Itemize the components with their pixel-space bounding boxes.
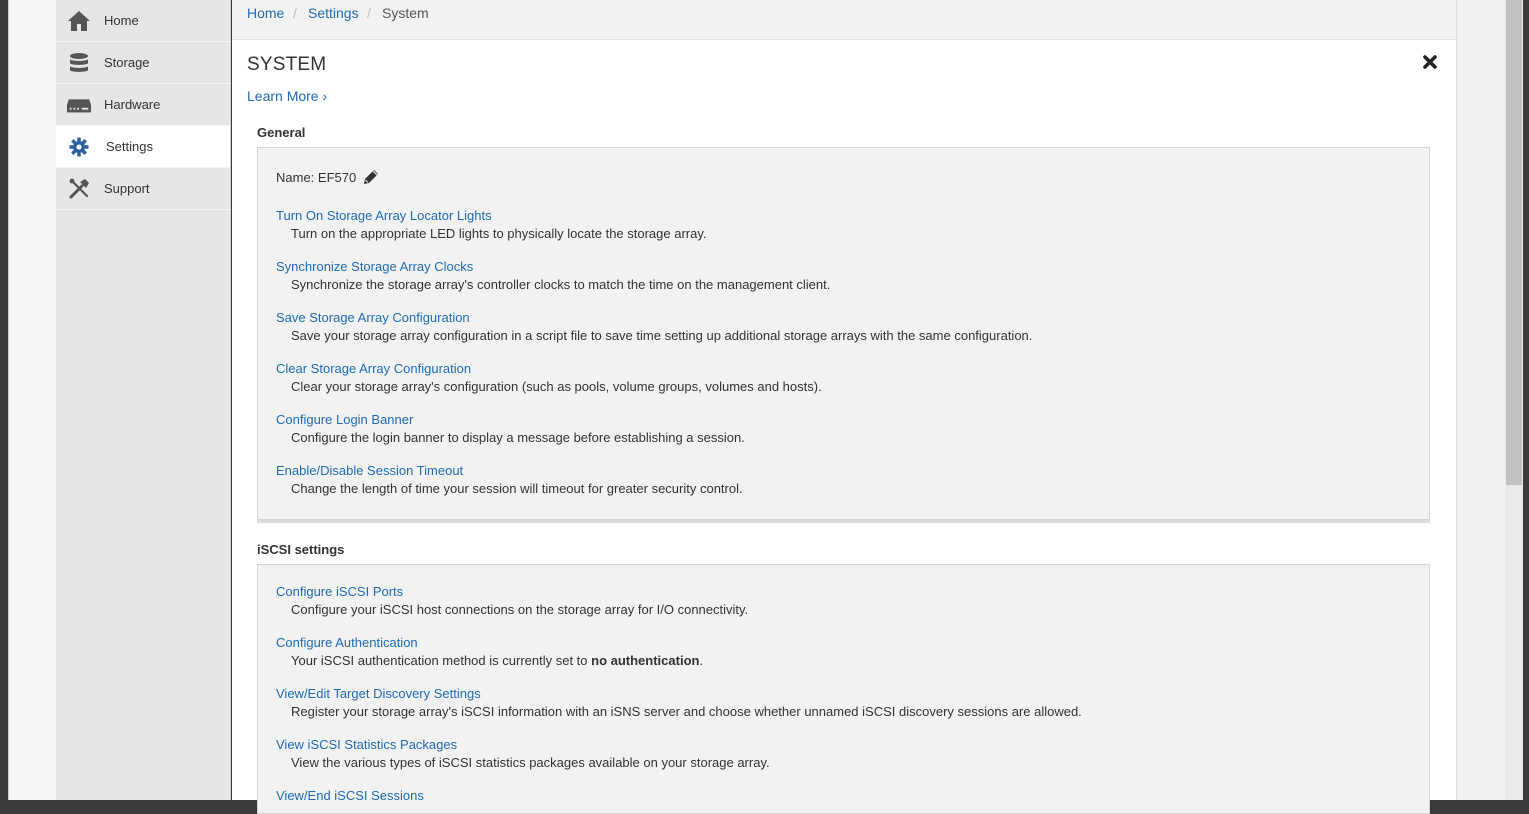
item-description: Change the length of time your session w… — [291, 481, 743, 496]
list-item: Configure Login Banner Configure the log… — [276, 411, 745, 447]
list-item: View iSCSI Statistics Packages View the … — [276, 736, 770, 772]
name-label: Name: EF570 — [276, 169, 357, 185]
database-icon — [66, 52, 92, 74]
list-item: Save Storage Array Configuration Save yo… — [276, 309, 1032, 345]
list-item: View/End iSCSI Sessions — [276, 787, 424, 805]
breadcrumb-home-link[interactable]: Home — [247, 5, 284, 21]
list-item: Turn On Storage Array Locator Lights Tur… — [276, 207, 707, 243]
iscsi-panel: Configure iSCSI Ports Configure your iSC… — [257, 564, 1430, 814]
scrollbar-thumb[interactable] — [1506, 0, 1522, 485]
item-description: Your iSCSI authentication method is curr… — [276, 652, 703, 670]
general-panel: Name: EF570 Turn On Storage Array Locato… — [257, 147, 1430, 520]
sidebar-item-label: Settings — [106, 139, 153, 154]
window-left-gutter — [8, 0, 56, 800]
breadcrumb: Home / Settings / System — [232, 0, 1456, 40]
right-gutter — [1456, 0, 1505, 800]
sidebar-item-label: Hardware — [104, 97, 161, 112]
sidebar-item-label: Home — [104, 13, 139, 28]
sidebar-item-label: Support — [104, 181, 150, 196]
gear-icon — [66, 136, 92, 158]
sidebar: Home Storage Hardware Settings Support — [56, 0, 231, 800]
section-heading-iscsi: iSCSI settings — [257, 542, 345, 557]
breadcrumb-separator: / — [293, 5, 297, 21]
item-description: Clear your storage array's configuration… — [291, 379, 822, 394]
locator-lights-link[interactable]: Turn On Storage Array Locator Lights — [276, 207, 707, 225]
sidebar-item-support[interactable]: Support — [56, 168, 230, 210]
list-item: Synchronize Storage Array Clocks Synchro… — [276, 258, 830, 294]
item-description: Synchronize the storage array's controll… — [291, 277, 831, 292]
configure-authentication-link[interactable]: Configure Authentication — [276, 634, 703, 652]
iscsi-sessions-link[interactable]: View/End iSCSI Sessions — [276, 787, 424, 805]
panel-divider — [257, 520, 1430, 523]
auth-method-value: no authentication — [591, 653, 700, 668]
breadcrumb-settings-link[interactable]: Settings — [308, 5, 359, 21]
target-discovery-link[interactable]: View/Edit Target Discovery Settings — [276, 685, 1082, 703]
sync-clocks-link[interactable]: Synchronize Storage Array Clocks — [276, 258, 830, 276]
item-description: View the various types of iSCSI statisti… — [291, 755, 770, 770]
list-item: View/Edit Target Discovery Settings Regi… — [276, 685, 1082, 721]
storage-array-name: Name: EF570 — [276, 168, 380, 186]
auth-desc-prefix: Your iSCSI authentication method is curr… — [291, 653, 592, 668]
session-timeout-link[interactable]: Enable/Disable Session Timeout — [276, 462, 743, 480]
pencil-icon[interactable] — [362, 168, 380, 186]
auth-desc-suffix: . — [699, 653, 704, 668]
section-heading-general: General — [257, 125, 306, 140]
sidebar-item-home[interactable]: Home — [56, 0, 230, 42]
sidebar-item-storage[interactable]: Storage — [56, 42, 230, 84]
item-description: Configure your iSCSI host connections on… — [291, 602, 749, 617]
list-item: Configure Authentication Your iSCSI auth… — [276, 634, 703, 670]
main-content: Home / Settings / System SYSTEM Learn Mo… — [232, 0, 1456, 814]
tools-icon — [66, 178, 92, 200]
item-description: Configure the login banner to display a … — [291, 430, 745, 445]
configure-iscsi-ports-link[interactable]: Configure iSCSI Ports — [276, 583, 748, 601]
page-title: SYSTEM — [247, 54, 327, 75]
iscsi-statistics-link[interactable]: View iSCSI Statistics Packages — [276, 736, 770, 754]
breadcrumb-separator: / — [367, 5, 371, 21]
sidebar-item-label: Storage — [104, 55, 150, 70]
learn-more-link[interactable]: Learn More › — [247, 88, 327, 104]
save-configuration-link[interactable]: Save Storage Array Configuration — [276, 309, 1032, 327]
sidebar-item-hardware[interactable]: Hardware — [56, 84, 230, 126]
list-item: Configure iSCSI Ports Configure your iSC… — [276, 583, 748, 619]
sidebar-item-settings[interactable]: Settings — [56, 126, 230, 168]
item-description: Register your storage array's iSCSI info… — [291, 704, 1082, 719]
hardware-icon — [66, 94, 92, 116]
list-item: Enable/Disable Session Timeout Change th… — [276, 462, 743, 498]
breadcrumb-current: System — [382, 5, 429, 21]
list-item: Clear Storage Array Configuration Clear … — [276, 360, 822, 396]
home-icon — [66, 10, 92, 32]
clear-configuration-link[interactable]: Clear Storage Array Configuration — [276, 360, 822, 378]
login-banner-link[interactable]: Configure Login Banner — [276, 411, 745, 429]
window-frame-left — [0, 0, 8, 800]
close-icon[interactable] — [1422, 54, 1442, 74]
item-description: Save your storage array configuration in… — [291, 328, 1033, 343]
item-description: Turn on the appropriate LED lights to ph… — [291, 226, 707, 241]
